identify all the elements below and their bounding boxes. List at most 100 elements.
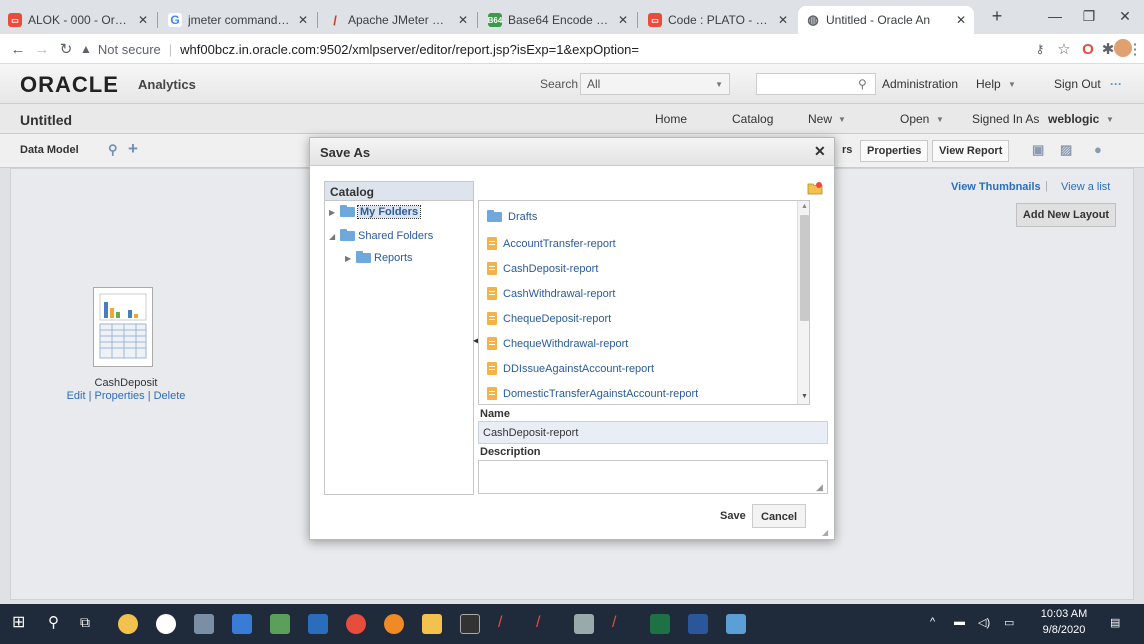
administration-link[interactable]: Administration: [882, 77, 958, 91]
list-item-label[interactable]: ChequeDeposit-report: [503, 313, 611, 325]
slack-icon[interactable]: [156, 614, 176, 634]
view-list-link[interactable]: View a list: [1061, 181, 1110, 193]
list-item-label[interactable]: AccountTransfer-report: [503, 238, 616, 250]
word-icon[interactable]: [688, 614, 708, 634]
browser-tab-active[interactable]: ◍ Untitled - Oracle An ✕: [798, 6, 974, 34]
back-button[interactable]: ←: [8, 39, 28, 59]
browser-tab[interactable]: G jmeter command lin ✕: [160, 6, 316, 34]
close-tab-icon[interactable]: ✕: [138, 13, 148, 27]
forward-button[interactable]: →: [32, 39, 52, 59]
save-as-icon[interactable]: ▨: [1060, 142, 1072, 158]
close-tab-icon[interactable]: ✕: [298, 13, 308, 27]
sign-out-link[interactable]: Sign Out: [1054, 77, 1101, 91]
list-item[interactable]: Drafts: [487, 210, 537, 223]
close-icon[interactable]: ✕: [814, 143, 826, 160]
windows-start-icon[interactable]: ⊞: [12, 612, 32, 632]
outlook-icon[interactable]: [308, 614, 328, 634]
new-menu[interactable]: New: [808, 112, 832, 126]
tree-item-label[interactable]: Reports: [374, 252, 413, 264]
cancel-button[interactable]: Cancel: [752, 504, 807, 528]
list-item[interactable]: DDIssueAgainstAccount-report: [487, 362, 654, 375]
task-view-icon[interactable]: ⧉: [80, 614, 100, 634]
clock-date[interactable]: 9/8/2020: [1034, 624, 1094, 636]
data-model-label[interactable]: Data Model: [20, 144, 79, 156]
tree-item-my-folders[interactable]: ▶ My Folders: [329, 205, 422, 219]
list-item[interactable]: ChequeDeposit-report: [487, 312, 611, 325]
menu-icon[interactable]: ⋮: [1128, 39, 1143, 59]
name-field[interactable]: CashDeposit-report: [478, 421, 828, 444]
dialog-resize-grip-icon[interactable]: ◢: [822, 528, 828, 537]
terminal-icon[interactable]: [460, 614, 480, 634]
photos-icon[interactable]: [726, 614, 746, 634]
tree-item-label[interactable]: Shared Folders: [358, 230, 433, 242]
browser-tab[interactable]: B64 Base64 Encode and ✕: [480, 6, 636, 34]
star-icon[interactable]: ☆: [1054, 39, 1074, 59]
layout-thumbnail[interactable]: [93, 287, 153, 367]
notifications-icon[interactable]: ▤: [1110, 616, 1120, 629]
scrollbar-thumb[interactable]: [800, 215, 809, 321]
chevron-up-icon[interactable]: ^: [930, 616, 935, 628]
app-icon[interactable]: [270, 614, 290, 634]
app-icon[interactable]: [194, 614, 214, 634]
list-item-label[interactable]: DDIssueAgainstAccount-report: [503, 363, 654, 375]
extension-icon[interactable]: O: [1078, 39, 1098, 59]
open-menu[interactable]: Open: [900, 112, 929, 126]
parameters-button[interactable]: rs: [836, 140, 858, 162]
security-label[interactable]: Not secure: [98, 42, 161, 57]
new-tab-button[interactable]: +: [980, 4, 1014, 28]
browser-tab[interactable]: ▭ Code : PLATO - OBR ✕: [640, 6, 796, 34]
expand-icon[interactable]: ▶: [329, 208, 337, 217]
list-item-label[interactable]: CashWithdrawal-report: [503, 288, 615, 300]
chrome-icon[interactable]: [346, 614, 366, 634]
app-icon[interactable]: [422, 614, 442, 634]
list-item-label[interactable]: Drafts: [508, 211, 537, 223]
help-icon[interactable]: ●: [1094, 142, 1102, 157]
url-text[interactable]: whf00bcz.in.oracle.com:9502/xmlpserver/e…: [180, 42, 639, 57]
help-menu[interactable]: Help: [976, 77, 1001, 91]
view-thumbnails-link[interactable]: View Thumbnails: [951, 181, 1041, 193]
collapse-icon[interactable]: ◢: [329, 232, 337, 241]
clock-time[interactable]: 10:03 AM: [1034, 608, 1094, 620]
properties-button[interactable]: Properties: [860, 140, 929, 162]
volume-icon[interactable]: ◁): [978, 616, 990, 629]
network-icon[interactable]: ▭: [1004, 616, 1014, 629]
list-scrollbar[interactable]: ▲ ▼: [797, 201, 809, 404]
add-new-layout-button[interactable]: Add New Layout: [1016, 203, 1116, 227]
home-link[interactable]: Home: [655, 112, 687, 126]
save-icon[interactable]: ▣: [1032, 142, 1044, 158]
warning-icon[interactable]: ▲: [80, 42, 92, 56]
expand-icon[interactable]: ▶: [345, 254, 353, 263]
jmeter-icon[interactable]: /: [498, 614, 518, 634]
resize-grip-icon[interactable]: ◢: [816, 482, 823, 493]
url-field[interactable]: ▲ Not secure | whf00bcz.in.oracle.com:95…: [80, 37, 1010, 61]
browser-tab[interactable]: ▭ ALOK - 000 - Oracle ✕: [0, 6, 156, 34]
scroll-down-icon[interactable]: ▼: [801, 393, 808, 400]
list-item-label[interactable]: CashDeposit-report: [503, 263, 598, 275]
new-folder-icon[interactable]: [807, 181, 823, 195]
close-tab-icon[interactable]: ✕: [458, 13, 468, 27]
save-button[interactable]: Save: [712, 504, 754, 528]
description-field[interactable]: [478, 460, 828, 494]
close-window-button[interactable]: ✕: [1108, 4, 1142, 28]
app-icon[interactable]: [118, 614, 138, 634]
battery-icon[interactable]: ▬: [954, 616, 965, 628]
close-tab-icon[interactable]: ✕: [778, 13, 788, 27]
jmeter-icon[interactable]: /: [536, 614, 556, 634]
more-icon[interactable]: ···: [1110, 77, 1122, 91]
list-item-label[interactable]: DomesticTransferAgainstAccount-report: [503, 388, 698, 400]
user-menu[interactable]: weblogic: [1048, 112, 1099, 126]
search-icon[interactable]: ⚲: [858, 77, 867, 91]
restore-button[interactable]: ❐: [1072, 4, 1106, 28]
list-item-label[interactable]: ChequeWithdrawal-report: [503, 338, 628, 350]
app-icon[interactable]: [574, 614, 594, 634]
folder-icon[interactable]: [232, 614, 252, 634]
scroll-up-icon[interactable]: ▲: [801, 203, 808, 210]
browser-tab[interactable]: / Apache JMeter Dash ✕: [320, 6, 476, 34]
search-scope-select[interactable]: All ▼: [580, 73, 730, 95]
list-item[interactable]: CashWithdrawal-report: [487, 287, 615, 300]
app-icon[interactable]: [384, 614, 404, 634]
add-icon[interactable]: +: [128, 139, 138, 159]
tree-item-label[interactable]: My Folders: [356, 205, 422, 219]
excel-icon[interactable]: [650, 614, 670, 634]
tree-item-reports[interactable]: ▶ Reports: [345, 251, 413, 264]
